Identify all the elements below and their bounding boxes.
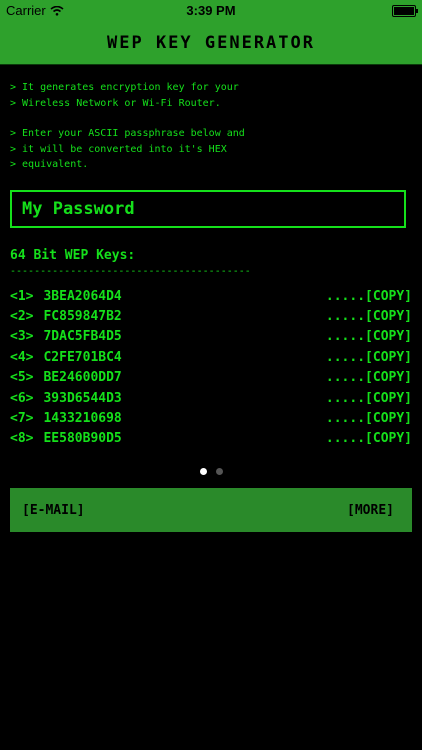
copy-button[interactable]: .....[COPY] <box>326 309 412 324</box>
key-row: <2> FC859847B2 .....[COPY] <box>10 306 412 326</box>
key-value: BE24600DD7 <box>43 370 122 386</box>
key-index: <6> <box>10 390 34 406</box>
intro-text: > It generates encryption key for your >… <box>10 80 410 188</box>
page-title: WEP KEY GENERATOR <box>107 33 315 53</box>
intro-paragraph-1: > It generates encryption key for your >… <box>10 80 410 111</box>
key-index: <5> <box>10 370 34 386</box>
copy-button[interactable]: .....[COPY] <box>326 329 412 344</box>
key-list: <1> 3BEA2064D4 .....[COPY] <2> FC859847B2 … <box>10 286 412 449</box>
key-value: C2FE701BC4 <box>43 349 122 365</box>
copy-button[interactable]: .....[COPY] <box>326 370 412 385</box>
email-button[interactable]: [E-MAIL] <box>22 503 85 518</box>
key-index: <4> <box>10 349 34 365</box>
key-row: <4> C2FE701BC4 .....[COPY] <box>10 347 412 367</box>
key-value: 3BEA2064D4 <box>43 288 122 304</box>
intro-line: > It generates encryption key for your <box>10 82 239 93</box>
copy-button[interactable]: .....[COPY] <box>326 391 412 406</box>
key-index: <8> <box>10 431 34 447</box>
copy-button[interactable]: .....[COPY] <box>326 431 412 446</box>
copy-button[interactable]: .....[COPY] <box>326 289 412 304</box>
key-row: <1> 3BEA2064D4 .....[COPY] <box>10 286 412 306</box>
key-value: 1433210698 <box>43 411 122 427</box>
status-bar: Carrier 3:39 PM <box>0 0 422 22</box>
key-value: FC859847B2 <box>43 309 122 325</box>
key-value: EE580B90D5 <box>43 431 122 447</box>
passphrase-field-box[interactable] <box>10 190 406 228</box>
copy-button[interactable]: .....[COPY] <box>326 350 412 365</box>
status-time: 3:39 PM <box>186 3 236 18</box>
key-row: <3> 7DAC5FB4D5 .....[COPY] <box>10 327 412 347</box>
intro-line: > Enter your ASCII passphrase below and <box>10 128 245 139</box>
keys-title: 64 Bit WEP Keys: <box>10 248 136 263</box>
key-row: <7> 1433210698 .....[COPY] <box>10 408 412 428</box>
intro-line: > equivalent. <box>10 159 89 170</box>
page-dot-active[interactable] <box>199 468 207 475</box>
page-indicator[interactable] <box>0 468 422 475</box>
key-index: <2> <box>10 309 34 325</box>
nav-bar: WEP KEY GENERATOR <box>0 22 422 65</box>
bottom-action-bar: [E-MAIL] [MORE] <box>10 488 412 532</box>
keys-divider: ---------------------------------------- <box>10 266 251 277</box>
key-row: <5> BE24600DD7 .....[COPY] <box>10 368 412 388</box>
more-button[interactable]: [MORE] <box>347 503 394 518</box>
page-dot[interactable] <box>215 468 223 475</box>
intro-line: > Wireless Network or Wi-Fi Router. <box>10 97 221 109</box>
battery-icon <box>392 5 418 17</box>
key-row: <6> 393D6544D3 .....[COPY] <box>10 388 412 408</box>
copy-button[interactable]: .....[COPY] <box>326 411 412 426</box>
key-value: 393D6544D3 <box>43 390 122 406</box>
key-value: 7DAC5FB4D5 <box>43 329 122 345</box>
key-row: <8> EE580B90D5 .....[COPY] <box>10 429 412 449</box>
intro-paragraph-2: > Enter your ASCII passphrase below and … <box>10 126 410 173</box>
key-index: <1> <box>10 288 34 304</box>
key-index: <3> <box>10 329 34 345</box>
key-index: <7> <box>10 411 34 427</box>
passphrase-input[interactable] <box>20 198 404 220</box>
intro-line: > it will be converted into it's HEX <box>10 143 227 155</box>
